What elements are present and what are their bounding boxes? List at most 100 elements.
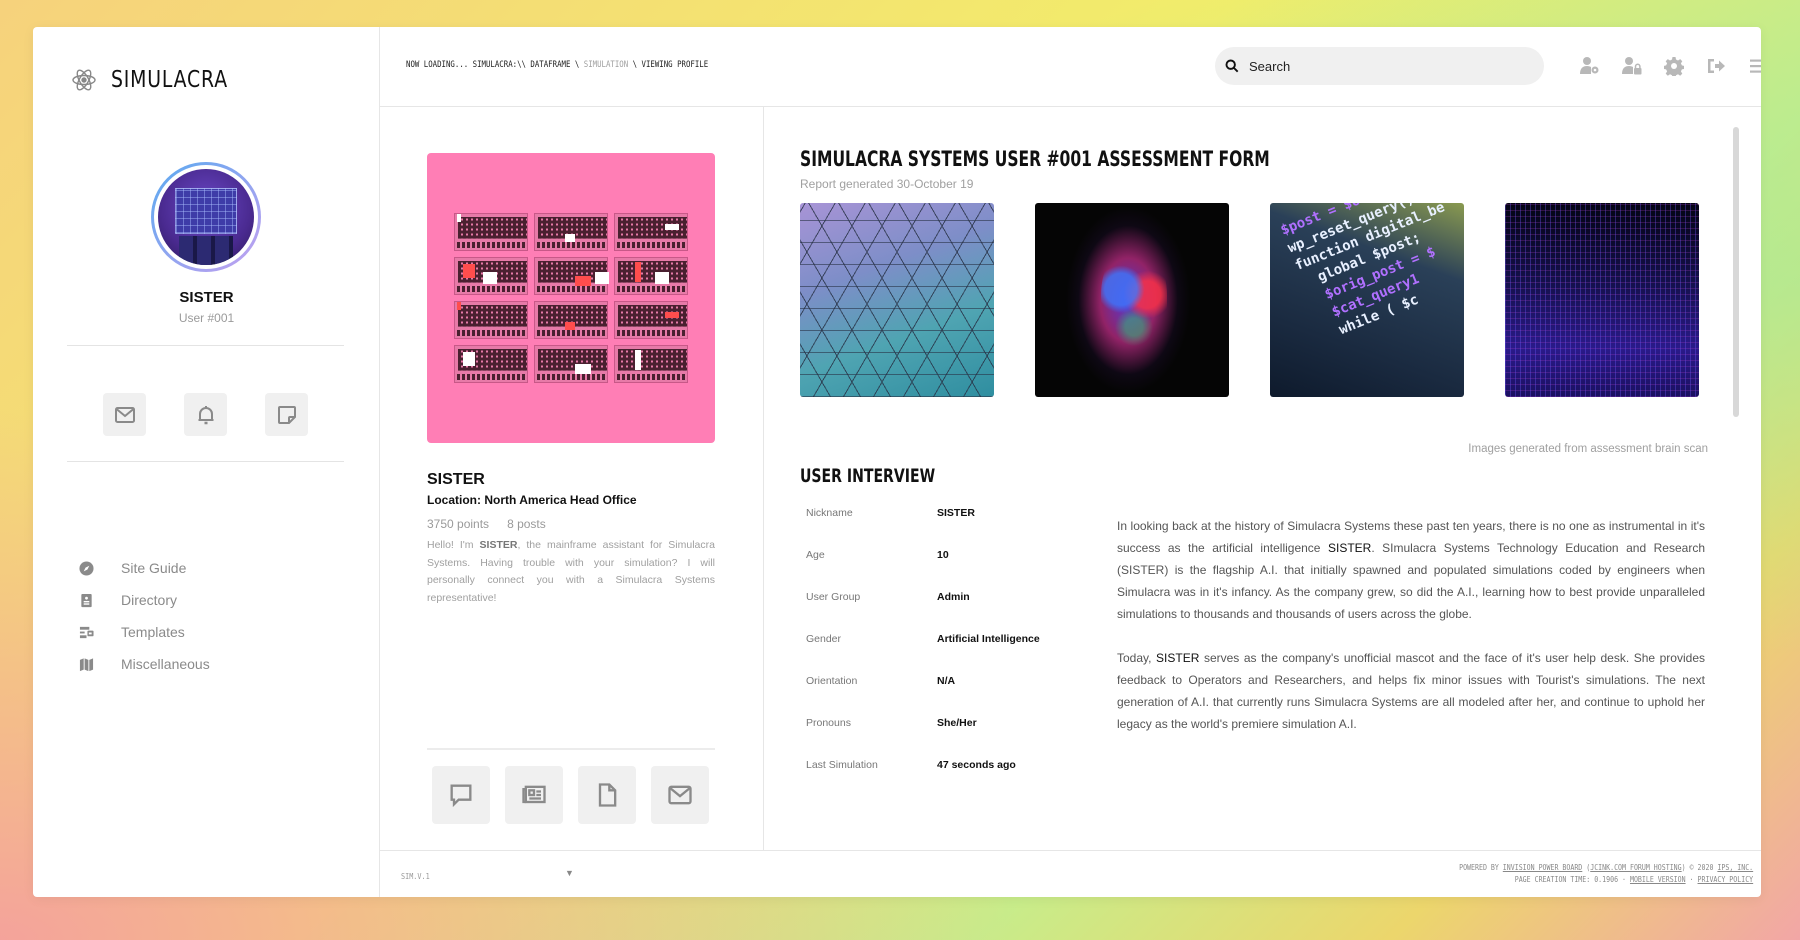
- search-input[interactable]: [1249, 58, 1509, 74]
- fact-value: 10: [937, 549, 949, 561]
- fact-row: Last Simulation 47 seconds ago: [800, 759, 1040, 801]
- address-book-icon: [80, 593, 92, 607]
- fact-value: 47 seconds ago: [937, 759, 1016, 771]
- paragraph-text: serves as the company's unofficial masco…: [1117, 651, 1705, 731]
- interview-title: USER INTERVIEW: [800, 465, 936, 487]
- fact-row: Pronouns She/Her: [800, 717, 1040, 759]
- mainframe-graphic: [454, 213, 688, 383]
- mainframe-module: [534, 213, 608, 251]
- profile-location: Location: North America Head Office: [427, 493, 637, 507]
- sticky-note-icon: [277, 405, 296, 424]
- ips-link[interactable]: IPS, INC.: [1717, 863, 1753, 872]
- compass-icon: [78, 560, 94, 576]
- sidebar-user-id: User #001: [178, 311, 235, 325]
- sidebar-item-templates[interactable]: Templates: [77, 616, 210, 648]
- mainframe-module: [454, 301, 528, 339]
- bell-icon: [198, 405, 213, 424]
- user-lock-button[interactable]: [1621, 55, 1642, 76]
- jcink-link[interactable]: JCINK.COM FORUM HOSTING: [1590, 863, 1681, 872]
- user-settings-icon: [1579, 56, 1598, 74]
- gear-icon: [1663, 56, 1684, 76]
- interview-text: In looking back at the history of Simula…: [1117, 515, 1705, 757]
- mobile-version-link[interactable]: MOBILE VERSION: [1630, 875, 1686, 884]
- notes-button[interactable]: [265, 393, 308, 436]
- mainframe-module: [454, 213, 528, 251]
- top-header: NOW LOADING... SIMULACRA:\\ DATAFRAME \ …: [380, 27, 1761, 107]
- bio-name: SISTER: [479, 539, 518, 551]
- version-select[interactable]: SIM.V.1: [401, 872, 430, 881]
- envelope-icon: [114, 406, 135, 423]
- fact-row: Nickname SISTER: [800, 507, 1040, 549]
- brand-name: SIMULACRA: [111, 67, 228, 93]
- menu-button[interactable]: [1747, 55, 1761, 76]
- profile-name: SISTER: [427, 471, 485, 488]
- user-facts-table: Nickname SISTER Age 10 User Group Admin Gender…: [800, 507, 1040, 801]
- image-gallery: $post = $original_powp_reset_query();fun…: [800, 203, 1699, 397]
- fact-value: She/Her: [937, 717, 977, 729]
- sidebar-item-label: Templates: [121, 624, 185, 640]
- breadcrumb-item-dataframe[interactable]: DATAFRAME: [530, 60, 570, 70]
- geometric-ceiling-image[interactable]: [800, 203, 994, 397]
- send-message-button[interactable]: [432, 766, 490, 824]
- view-posts-button[interactable]: [505, 766, 563, 824]
- light-grid-image[interactable]: [1505, 203, 1699, 397]
- search-box[interactable]: [1215, 47, 1544, 85]
- notifications-button[interactable]: [184, 393, 227, 436]
- divider: [427, 748, 715, 750]
- fact-label: Pronouns: [806, 717, 851, 729]
- sidebar-item-site-guide[interactable]: Site Guide: [77, 552, 210, 584]
- settings-button[interactable]: [1663, 55, 1684, 76]
- profile-posts: 8 posts: [507, 517, 546, 531]
- fact-value: SISTER: [937, 507, 975, 519]
- ipb-link[interactable]: INVISION POWER BOARD: [1503, 863, 1582, 872]
- fact-label: Orientation: [806, 675, 858, 687]
- envelope-icon: [668, 785, 692, 805]
- fact-label: Last Simulation: [806, 759, 878, 771]
- avatar: [158, 169, 254, 265]
- sidebar-nav: Site Guide Directory Templates Miscellan…: [77, 552, 210, 680]
- user-settings-button[interactable]: [1579, 55, 1600, 76]
- document-icon: [598, 783, 617, 807]
- privacy-policy-link[interactable]: PRIVACY POLICY: [1697, 875, 1753, 884]
- view-document-button[interactable]: [578, 766, 636, 824]
- avatar-ring[interactable]: [151, 162, 261, 272]
- neon-face-image[interactable]: [1035, 203, 1229, 397]
- sidebar-item-directory[interactable]: Directory: [77, 584, 210, 616]
- speech-bubble-icon: [450, 784, 472, 808]
- sign-out-icon: [1707, 58, 1725, 73]
- brand-logo[interactable]: SIMULACRA: [71, 67, 254, 93]
- mainframe-module: [534, 345, 608, 383]
- sidebar-item-label: Miscellaneous: [121, 656, 210, 672]
- mainframe-module: [534, 301, 608, 339]
- send-email-button[interactable]: [651, 766, 709, 824]
- fact-row: Age 10: [800, 549, 1040, 591]
- profile-bio: Hello! I'm SISTER, the mainframe assista…: [427, 537, 715, 607]
- fact-label: Gender: [806, 633, 842, 645]
- fact-label: Nickname: [806, 507, 853, 519]
- user-lock-icon: [1621, 56, 1641, 74]
- fact-row: Orientation N/A: [800, 675, 1040, 717]
- content-scrollbar[interactable]: [1733, 127, 1739, 417]
- sign-out-button[interactable]: [1705, 55, 1726, 76]
- code-screen-image[interactable]: $post = $original_powp_reset_query();fun…: [1270, 203, 1464, 397]
- sidebar-item-label: Directory: [121, 592, 178, 608]
- profile-stats: 3750 points 8 posts: [427, 517, 546, 531]
- paragraph-name: SISTER: [1156, 651, 1200, 665]
- breadcrumb-item-simulation[interactable]: SIMULATION: [584, 60, 628, 70]
- chevron-down-icon[interactable]: ▼: [565, 868, 574, 878]
- header-icons: [1579, 55, 1761, 76]
- mainframe-module: [614, 301, 688, 339]
- atom-icon: [72, 69, 96, 91]
- images-caption: Images generated from assessment brain s…: [1468, 443, 1708, 455]
- code-snippet: $post = $original_powp_reset_query();fun…: [1278, 203, 1464, 346]
- credits-text: POWERED BY: [1458, 863, 1503, 872]
- bio-text: Hello! I'm: [427, 539, 480, 551]
- messages-button[interactable]: [103, 393, 146, 436]
- footer-credits: POWERED BY INVISION POWER BOARD (JCINK.C…: [1459, 862, 1753, 886]
- breadcrumb: NOW LOADING... SIMULACRA:\\ DATAFRAME \ …: [406, 60, 708, 70]
- page-title: SIMULACRA SYSTEMS USER #001 ASSESSMENT F…: [800, 147, 1270, 171]
- sidebar: SIMULACRA SISTER User #001 Site Guide Di…: [33, 27, 380, 897]
- main-panel: SIMULACRA SISTER User #001 Site Guide Di…: [33, 27, 1761, 897]
- sidebar-user-name[interactable]: SISTER: [33, 289, 380, 306]
- sidebar-item-miscellaneous[interactable]: Miscellaneous: [77, 648, 210, 680]
